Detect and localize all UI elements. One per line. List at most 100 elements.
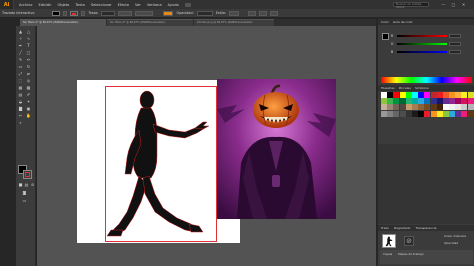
selection-bounding-box[interactable] xyxy=(105,86,217,242)
menu-ventana[interactable]: Ventana xyxy=(147,3,162,7)
color-swatch[interactable] xyxy=(449,110,456,117)
maximize-icon[interactable]: □ xyxy=(450,1,457,7)
color-swatch[interactable] xyxy=(387,98,394,105)
tab-transparency[interactable]: Transparencia xyxy=(416,226,437,230)
color-swatch[interactable] xyxy=(430,110,437,117)
tab-color-guide[interactable]: Guía de color xyxy=(393,20,413,24)
blend-tool-icon[interactable]: ◒ xyxy=(18,99,23,104)
color-swatch[interactable] xyxy=(461,92,468,98)
color-swatch[interactable] xyxy=(393,92,400,98)
color-swatch[interactable] xyxy=(387,110,394,117)
color-swatch[interactable] xyxy=(436,92,443,98)
color-swatch[interactable] xyxy=(381,98,387,105)
graphic-style-dropdown[interactable] xyxy=(229,10,240,16)
recolor-artwork-button[interactable] xyxy=(163,10,174,16)
color-swatch[interactable] xyxy=(449,98,456,105)
mesh-tool-icon[interactable]: ▩ xyxy=(26,85,31,90)
color-swatch[interactable] xyxy=(436,110,443,117)
eyedropper-tool-icon[interactable]: ✐ xyxy=(26,92,31,97)
color-swatch[interactable] xyxy=(411,110,418,117)
line-tool-icon[interactable]: ╱ xyxy=(18,50,23,55)
tab-document-1[interactable]: Sin título-1* @ 66,67% (RGB/Previsualiza… xyxy=(20,19,106,26)
color-swatch[interactable] xyxy=(387,104,394,111)
color-swatch[interactable] xyxy=(381,104,387,111)
color-swatch[interactable] xyxy=(430,104,437,111)
selection-tool-icon[interactable]: ▲ xyxy=(18,29,23,34)
bridge-icon[interactable] xyxy=(184,2,191,7)
color-swatch[interactable] xyxy=(399,104,406,111)
color-swatch[interactable] xyxy=(411,92,418,98)
green-slider[interactable] xyxy=(397,42,447,45)
menu-texto[interactable]: Texto xyxy=(75,3,84,7)
type-tool-icon[interactable]: T xyxy=(26,43,31,48)
artboard-tool-icon[interactable]: ▣ xyxy=(26,106,31,111)
color-swatch[interactable] xyxy=(387,92,394,98)
artboards-tab-label[interactable]: Mesas de trabajo xyxy=(398,252,424,256)
isolate-button[interactable] xyxy=(270,10,279,16)
color-spectrum[interactable] xyxy=(381,77,472,83)
color-swatch[interactable] xyxy=(424,110,431,117)
color-swatch[interactable] xyxy=(393,104,400,111)
color-swatch[interactable] xyxy=(405,104,412,111)
tab-brushes[interactable]: Pinceles xyxy=(399,86,411,90)
pen-tool-icon[interactable]: ✒ xyxy=(18,43,23,48)
color-swatch[interactable] xyxy=(455,92,462,98)
color-swatch[interactable] xyxy=(424,104,431,111)
opacity-field[interactable] xyxy=(196,10,213,16)
color-swatch[interactable] xyxy=(399,110,406,117)
menu-ayuda[interactable]: Ayuda xyxy=(168,3,179,7)
slice-tool-icon[interactable]: ✂ xyxy=(18,113,23,118)
menu-ver[interactable]: Ver xyxy=(135,3,141,7)
stroke-dropdown[interactable] xyxy=(81,10,86,16)
color-swatch[interactable] xyxy=(436,104,443,111)
color-swatch[interactable] xyxy=(436,98,443,105)
pencil-tool-icon[interactable]: ✏ xyxy=(26,57,31,62)
no-mask-icon[interactable]: ⊘ xyxy=(404,236,414,246)
align-button[interactable] xyxy=(248,10,257,16)
color-swatch[interactable] xyxy=(381,110,387,117)
color-swatch[interactable] xyxy=(461,98,468,105)
color-swatch[interactable] xyxy=(418,104,425,111)
perspective-grid-tool-icon[interactable]: ▦ xyxy=(18,85,23,90)
canvas-area[interactable] xyxy=(37,26,376,266)
color-swatch[interactable] xyxy=(393,98,400,105)
color-swatch[interactable] xyxy=(424,98,431,105)
scale-tool-icon[interactable]: ⤢ xyxy=(18,71,23,76)
color-swatch[interactable] xyxy=(405,92,412,98)
tab-document-2[interactable]: Sin título-2* @ 66,67% (RGB/Previsualiza… xyxy=(107,19,193,26)
color-swatch[interactable] xyxy=(411,98,418,105)
color-swatch[interactable] xyxy=(467,110,474,117)
close-icon[interactable]: ✕ xyxy=(460,1,467,7)
stock-search-input[interactable]: Buscar en Adobe Stock xyxy=(393,2,429,9)
magic-wand-tool-icon[interactable]: ✧ xyxy=(18,36,23,41)
transparency-thumbnail[interactable] xyxy=(382,234,396,248)
tab-swatches[interactable]: Muestras xyxy=(381,86,395,90)
symbol-sprayer-tool-icon[interactable]: ✴ xyxy=(26,99,31,104)
color-swatch[interactable] xyxy=(467,98,474,105)
tab-stroke[interactable]: Trazo xyxy=(381,226,389,230)
color-swatch[interactable] xyxy=(411,104,418,111)
free-transform-tool-icon[interactable]: ⬚ xyxy=(18,78,23,83)
none-mode-icon[interactable]: ⊘ xyxy=(30,182,35,187)
fill-color-swatch[interactable] xyxy=(52,10,61,16)
color-swatch[interactable] xyxy=(405,98,412,105)
color-swatch[interactable] xyxy=(418,110,425,117)
hand-tool-icon[interactable]: ✋ xyxy=(26,113,31,118)
make-mask-label[interactable]: Crear máscara xyxy=(444,234,466,238)
color-swatch[interactable] xyxy=(418,92,425,98)
eraser-tool-icon[interactable]: ▭ xyxy=(18,64,23,69)
shape-builder-tool-icon[interactable]: ◎ xyxy=(26,78,31,83)
color-swatch[interactable] xyxy=(393,110,400,117)
column-graph-tool-icon[interactable]: ▇ xyxy=(18,106,23,111)
green-value-field[interactable] xyxy=(449,41,461,46)
color-swatch[interactable] xyxy=(418,98,425,105)
minimize-icon[interactable]: — xyxy=(440,1,447,7)
screen-mode-icon[interactable]: ▭ xyxy=(22,198,27,203)
menu-archivo[interactable]: Archivo xyxy=(19,3,32,7)
tab-symbols[interactable]: Símbolos xyxy=(415,86,429,90)
color-swatch[interactable] xyxy=(442,92,449,98)
color-swatch[interactable] xyxy=(467,104,474,111)
color-swatch[interactable] xyxy=(467,92,474,98)
tab-color[interactable]: Color xyxy=(381,20,389,24)
color-panel-fill[interactable] xyxy=(382,33,389,40)
